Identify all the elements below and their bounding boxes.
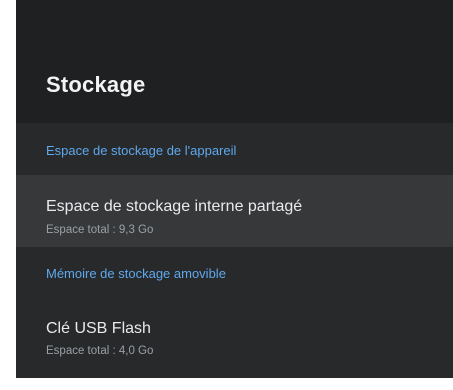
list-item-title: Clé USB Flash — [46, 320, 151, 337]
list-item-subtitle: Espace total : 4,0 Go — [46, 345, 154, 357]
storage-list: Espace de stockage de l'appareil Espace … — [16, 123, 453, 378]
screen-header: Stockage — [16, 0, 453, 123]
section-header-label: Espace de stockage de l'appareil — [46, 143, 237, 158]
list-item-internal-shared-storage[interactable]: Espace de stockage interne partagé Espac… — [16, 175, 453, 247]
list-item-usb-flash-drive[interactable]: Clé USB Flash Espace total : 4,0 Go — [16, 307, 453, 378]
page-title: Stockage — [46, 72, 146, 97]
section-header-removable-storage: Mémoire de stockage amovible — [16, 247, 453, 307]
list-item-title: Espace de stockage interne partagé — [46, 198, 303, 215]
list-item-subtitle: Espace total : 9,3 Go — [46, 224, 154, 236]
section-header-device-storage: Espace de stockage de l'appareil — [16, 123, 453, 175]
settings-panel: Stockage Espace de stockage de l'apparei… — [16, 0, 453, 378]
section-header-label: Mémoire de stockage amovible — [46, 266, 226, 281]
